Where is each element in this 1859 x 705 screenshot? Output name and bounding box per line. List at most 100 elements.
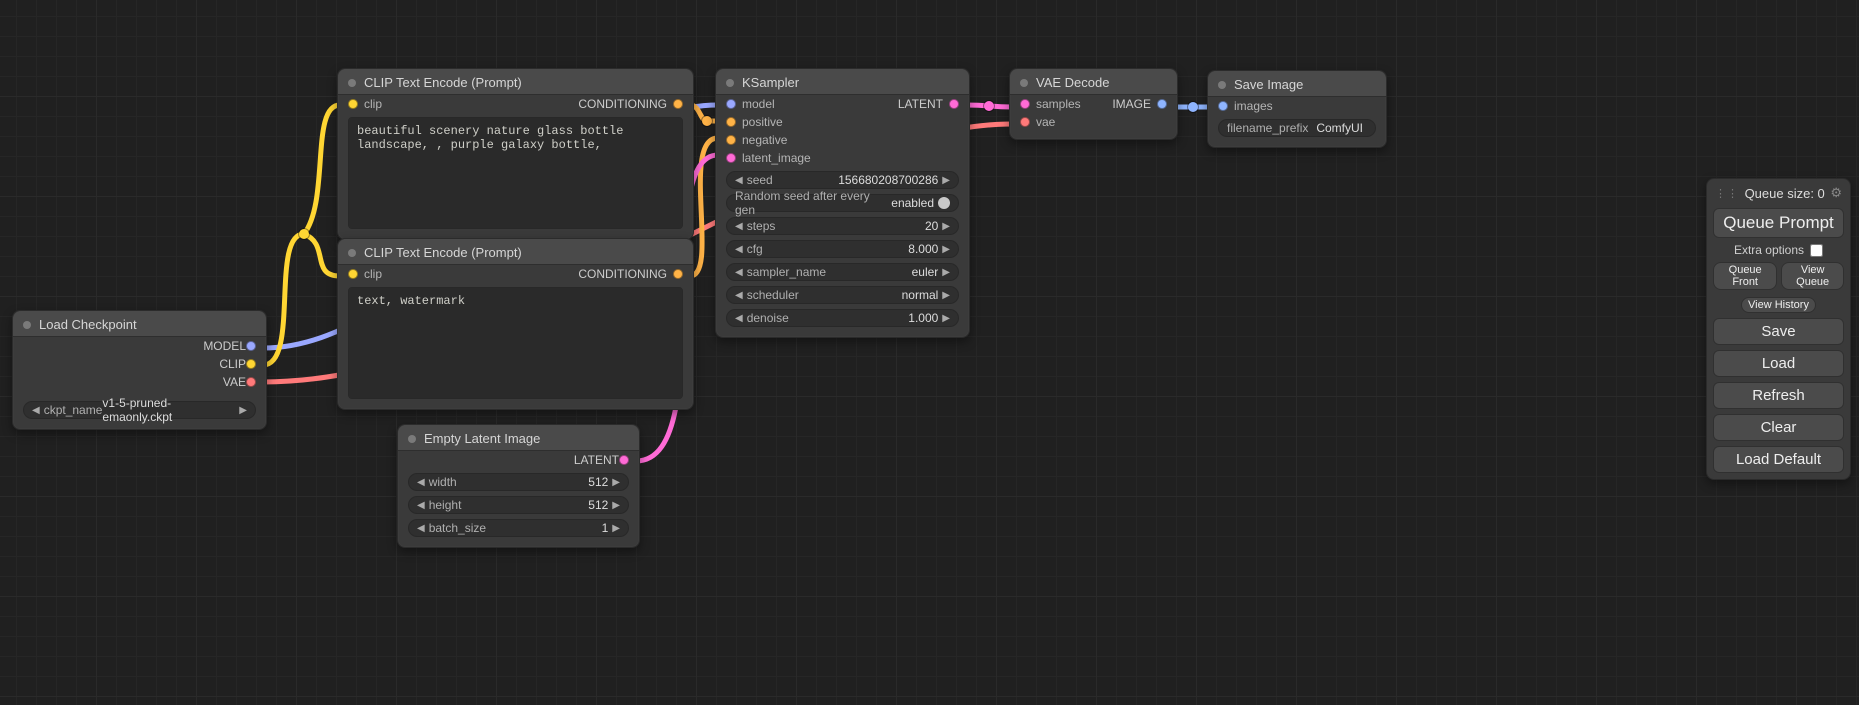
control-panel[interactable]: ⋮⋮ Queue size: 0 ⚙ Queue Prompt Extra op… (1706, 178, 1851, 480)
scheduler-widget[interactable]: ◀schedulernormal▶ (726, 286, 959, 304)
input-pin-negative[interactable] (726, 135, 736, 145)
output-pin-latent[interactable] (619, 455, 629, 465)
input-label: images (1234, 99, 1273, 113)
steps-widget[interactable]: ◀steps20▶ (726, 217, 959, 235)
collapse-dot-icon[interactable] (348, 79, 356, 87)
node-title[interactable]: KSampler (716, 69, 969, 95)
node-save-image[interactable]: Save Image images filename_prefix ComfyU… (1207, 70, 1387, 148)
arrow-right-icon[interactable]: ▶ (942, 221, 950, 232)
input-label: model (742, 97, 775, 111)
queue-size-label: Queue size: 0 (1745, 186, 1825, 201)
collapse-dot-icon[interactable] (726, 79, 734, 87)
node-title[interactable]: VAE Decode (1010, 69, 1177, 95)
arrow-left-icon[interactable]: ◀ (735, 290, 743, 301)
queue-prompt-button[interactable]: Queue Prompt (1713, 208, 1844, 238)
arrow-left-icon[interactable]: ◀ (417, 523, 425, 534)
node-clip-text-encode-positive[interactable]: CLIP Text Encode (Prompt) clip CONDITION… (337, 68, 694, 240)
arrow-right-icon[interactable]: ▶ (612, 477, 620, 488)
arrow-right-icon[interactable]: ▶ (942, 290, 950, 301)
batch-size-widget[interactable]: ◀batch_size1▶ (408, 519, 629, 537)
collapse-dot-icon[interactable] (1218, 81, 1226, 89)
input-pin-samples[interactable] (1020, 99, 1030, 109)
output-label: LATENT (898, 97, 943, 111)
gear-icon[interactable]: ⚙ (1830, 185, 1842, 201)
input-pin-vae[interactable] (1020, 117, 1030, 127)
filename-prefix-widget[interactable]: filename_prefix ComfyUI (1218, 119, 1376, 137)
input-pin-model[interactable] (726, 99, 736, 109)
node-ksampler[interactable]: KSampler model LATENT positive negative … (715, 68, 970, 338)
output-pin-image[interactable] (1157, 99, 1167, 109)
node-title[interactable]: CLIP Text Encode (Prompt) (338, 239, 693, 265)
arrow-right-icon[interactable]: ▶ (942, 267, 950, 278)
prompt-textarea[interactable] (349, 118, 682, 228)
arrow-right-icon[interactable]: ▶ (942, 244, 950, 255)
arrow-left-icon[interactable]: ◀ (417, 500, 425, 511)
output-pin-vae[interactable] (246, 377, 256, 387)
load-button[interactable]: Load (1713, 350, 1844, 377)
input-pin-latent-image[interactable] (726, 153, 736, 163)
input-label: latent_image (742, 151, 811, 165)
collapse-dot-icon[interactable] (348, 249, 356, 257)
output-pin-clip[interactable] (246, 359, 256, 369)
arrow-left-icon[interactable]: ◀ (735, 313, 743, 324)
output-pin-conditioning[interactable] (673, 269, 683, 279)
node-vae-decode[interactable]: VAE Decode samples IMAGE vae (1009, 68, 1178, 140)
arrow-right-icon[interactable]: ▶ (612, 523, 620, 534)
node-clip-text-encode-negative[interactable]: CLIP Text Encode (Prompt) clip CONDITION… (337, 238, 694, 410)
reroute-node[interactable] (984, 101, 994, 111)
drag-handle-icon[interactable]: ⋮⋮ (1715, 187, 1739, 200)
arrow-right-icon[interactable]: ▶ (942, 175, 950, 186)
arrow-left-icon[interactable]: ◀ (735, 175, 743, 186)
view-queue-button[interactable]: View Queue (1781, 262, 1844, 290)
node-title[interactable]: Load Checkpoint (13, 311, 266, 337)
node-title[interactable]: Empty Latent Image (398, 425, 639, 451)
arrow-left-icon[interactable]: ◀ (417, 477, 425, 488)
title-text: CLIP Text Encode (Prompt) (364, 245, 522, 260)
arrow-right-icon[interactable]: ▶ (942, 313, 950, 324)
node-title[interactable]: Save Image (1208, 71, 1386, 97)
denoise-widget[interactable]: ◀denoise1.000▶ (726, 309, 959, 327)
input-pin-positive[interactable] (726, 117, 736, 127)
queue-front-button[interactable]: Queue Front (1713, 262, 1777, 290)
output-pin-conditioning[interactable] (673, 99, 683, 109)
view-history-button[interactable]: View History (1741, 297, 1816, 313)
seed-widget[interactable]: ◀seed156680208700286▶ (726, 171, 959, 189)
load-default-button[interactable]: Load Default (1713, 446, 1844, 473)
extra-options-checkbox[interactable] (1810, 244, 1823, 257)
cfg-widget[interactable]: ◀cfg8.000▶ (726, 240, 959, 258)
reroute-node[interactable] (1188, 102, 1198, 112)
input-label: vae (1036, 115, 1055, 129)
collapse-dot-icon[interactable] (1020, 79, 1028, 87)
refresh-button[interactable]: Refresh (1713, 382, 1844, 409)
sampler-name-widget[interactable]: ◀sampler_nameeuler▶ (726, 263, 959, 281)
output-label: CONDITIONING (578, 267, 667, 281)
output-pin-latent[interactable] (949, 99, 959, 109)
arrow-right-icon[interactable]: ▶ (239, 405, 247, 416)
arrow-right-icon[interactable]: ▶ (612, 500, 620, 511)
node-title[interactable]: CLIP Text Encode (Prompt) (338, 69, 693, 95)
node-empty-latent-image[interactable]: Empty Latent Image LATENT ◀width512▶ ◀he… (397, 424, 640, 548)
collapse-dot-icon[interactable] (23, 321, 31, 329)
input-pin-clip[interactable] (348, 99, 358, 109)
input-pin-clip[interactable] (348, 269, 358, 279)
input-label: clip (364, 97, 382, 111)
input-pin-images[interactable] (1218, 101, 1228, 111)
arrow-left-icon[interactable]: ◀ (735, 267, 743, 278)
collapse-dot-icon[interactable] (408, 435, 416, 443)
title-text: VAE Decode (1036, 75, 1109, 90)
prompt-textarea[interactable] (349, 288, 682, 398)
save-button[interactable]: Save (1713, 318, 1844, 345)
prompt-textarea-wrap (348, 287, 683, 399)
width-widget[interactable]: ◀width512▶ (408, 473, 629, 491)
node-load-checkpoint[interactable]: Load Checkpoint MODEL CLIP VAE ◀ ckpt_na… (12, 310, 267, 430)
arrow-left-icon[interactable]: ◀ (735, 244, 743, 255)
height-widget[interactable]: ◀height512▶ (408, 496, 629, 514)
clear-button[interactable]: Clear (1713, 414, 1844, 441)
reroute-node[interactable] (299, 229, 309, 239)
random-seed-toggle[interactable]: Random seed after every genenabled (726, 194, 959, 212)
output-pin-model[interactable] (246, 341, 256, 351)
reroute-node[interactable] (702, 116, 712, 126)
arrow-left-icon[interactable]: ◀ (735, 221, 743, 232)
ckpt-name-combo[interactable]: ◀ ckpt_name v1-5-pruned-emaonly.ckpt ▶ (23, 401, 256, 419)
arrow-left-icon[interactable]: ◀ (32, 405, 40, 416)
